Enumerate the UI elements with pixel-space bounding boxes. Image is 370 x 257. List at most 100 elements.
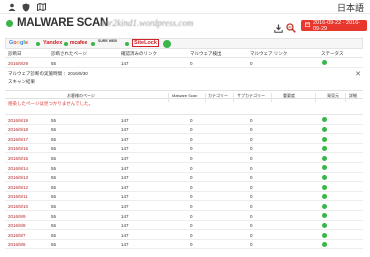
- sitelock-active-dot: [163, 40, 171, 48]
- zoom-icon[interactable]: [286, 20, 296, 33]
- filter-mcafee[interactable]: mcafee: [70, 40, 87, 46]
- scan-date-link[interactable]: 2016/9/8: [8, 223, 26, 228]
- status-ok-icon: [322, 155, 327, 161]
- malware-links-count: 0: [250, 184, 253, 190]
- date-range-button[interactable]: 2016-09-22 - 2016-09-29: [301, 20, 367, 32]
- col-date-header[interactable]: 診断日: [8, 51, 22, 57]
- table-row[interactable]: 2016/9/7 55 147 0 0: [5, 230, 363, 240]
- pages-scanned: 55: [51, 194, 57, 200]
- table-row[interactable]: 2016/9/19 55 147 0 0: [5, 115, 363, 125]
- scan-date-link[interactable]: 2016/9/10: [8, 204, 28, 209]
- scan-history-rows: 2016/9/19 55 147 0 0 2016/9/18 55 147 0 0 2016/9/1…: [5, 115, 363, 250]
- table-row[interactable]: 2016/9/9 55 147 0 0: [5, 211, 363, 221]
- status-ok-icon: [322, 222, 327, 228]
- table-row[interactable]: 2016/9/12 55 147 0 0: [5, 182, 363, 192]
- scan-date-link[interactable]: 2016/9/15: [8, 156, 28, 161]
- pages-scanned: 55: [51, 155, 57, 161]
- malware-count: 0: [190, 223, 193, 229]
- table-row[interactable]: 2016/9/14 55 147 0 0: [5, 163, 363, 173]
- shield-icon[interactable]: [21, 2, 31, 12]
- scan-date-link[interactable]: 2016/9/14: [8, 166, 28, 171]
- table-row[interactable]: 2016/9/29 55 147 0 0: [5, 58, 363, 68]
- malware-count: 0: [190, 165, 193, 171]
- links-checked: 147: [121, 146, 129, 152]
- scan-date-link[interactable]: 2016/9/7: [8, 233, 26, 238]
- malware-count: 0: [190, 232, 193, 238]
- pages-scanned: 55: [51, 213, 57, 219]
- links-checked: 147: [121, 213, 129, 219]
- status-ok-icon: [322, 242, 327, 248]
- scan-date-link[interactable]: 2016/9/19: [8, 118, 28, 123]
- links-checked: 147: [121, 117, 129, 123]
- malware-count: 0: [190, 175, 193, 181]
- download-icon[interactable]: [274, 20, 284, 33]
- malware-links-count: 0: [250, 232, 253, 238]
- filter-yandex[interactable]: Yandex: [43, 40, 62, 46]
- pages-scanned: 55: [51, 146, 57, 152]
- pages-scanned: 55: [51, 242, 57, 248]
- scan-date-link[interactable]: 2016/9/6: [8, 242, 26, 247]
- col-mlinks-header[interactable]: マルウェア リンク: [250, 51, 287, 57]
- google-active-dot: [36, 42, 40, 46]
- col-pages-header[interactable]: 診断されたページ: [51, 51, 87, 57]
- table-row[interactable]: 2016/9/17 55 147 0 0: [5, 134, 363, 144]
- pages-scanned: 55: [51, 232, 57, 238]
- table-header: 診断日 診断されたページ 確認済みのリンク マルウェア検出 マルウェア リンク …: [5, 49, 363, 58]
- links-checked: 147: [121, 175, 129, 181]
- filter-sureweb[interactable]: SURE WEB: [98, 39, 117, 43]
- status-ok-icon: [322, 136, 327, 142]
- col-status-header[interactable]: ステータス: [321, 51, 344, 57]
- links-checked: 147: [121, 136, 129, 142]
- yandex-active-dot: [64, 42, 68, 46]
- scan-date-link[interactable]: 2016/9/12: [8, 185, 28, 190]
- scan-date-link[interactable]: 2016/9/16: [8, 146, 28, 151]
- malware-count: 0: [190, 213, 193, 219]
- scan-result-title: スキャン結果: [8, 79, 35, 84]
- pages-scanned: 55: [51, 175, 57, 181]
- pages-scanned: 55: [51, 223, 57, 229]
- status-ok-icon: [322, 203, 327, 209]
- scan-date-link[interactable]: 2016/9/9: [8, 214, 26, 219]
- table-row[interactable]: 2016/9/11 55 147 0 0: [5, 192, 363, 202]
- site-domain: dar2kind1.wordpress.com: [100, 18, 194, 28]
- links-checked: 147: [121, 184, 129, 190]
- table-row[interactable]: 2016/9/13 55 147 0 0: [5, 173, 363, 183]
- table-row[interactable]: 2016/9/6 55 147 0 0: [5, 240, 363, 250]
- malware-count: 0: [190, 117, 193, 123]
- table-row[interactable]: 2016/9/8 55 147 0 0: [5, 221, 363, 231]
- user-icon[interactable]: [7, 2, 17, 12]
- pages-scanned: 55: [51, 165, 57, 171]
- status-ok-icon: [322, 146, 327, 152]
- filter-sitelock[interactable]: SiteLock: [132, 39, 159, 47]
- filter-google[interactable]: Google: [9, 40, 28, 46]
- col-links-header[interactable]: 確認済みのリンク: [121, 51, 157, 57]
- col-malware-header[interactable]: マルウェア検出: [190, 51, 222, 57]
- malware-count: 0: [190, 184, 193, 190]
- pages-scanned: 55: [51, 127, 57, 133]
- pages-scanned: 55: [51, 184, 57, 190]
- scan-date-link[interactable]: 2016/9/13: [8, 175, 28, 180]
- map-icon[interactable]: [36, 2, 46, 12]
- sureweb-active-dot: [125, 42, 129, 46]
- links-checked: 147: [121, 60, 129, 66]
- page-title: MALWARE SCAN: [17, 17, 108, 29]
- table-row[interactable]: 2016/9/10 55 147 0 0: [5, 201, 363, 211]
- close-icon[interactable]: ✕: [355, 70, 361, 78]
- malware-count: 0: [190, 127, 193, 133]
- status-ok-icon: [322, 117, 327, 123]
- pages-scanned: 55: [51, 60, 57, 66]
- scan-date-link[interactable]: 2016/9/29: [8, 61, 28, 66]
- table-row[interactable]: 2016/9/15 55 147 0 0: [5, 153, 363, 163]
- status-ok-icon: [322, 213, 327, 219]
- scanner-filter-bar: Google Yandex mcafee SURE WEB SiteLock: [5, 38, 363, 49]
- top-nav: 日本語: [0, 0, 370, 14]
- table-row[interactable]: 2016/9/18 55 147 0 0: [5, 125, 363, 135]
- malware-links-count: 0: [250, 194, 253, 200]
- status-ok-icon: [322, 165, 327, 171]
- table-row[interactable]: 2016/9/16 55 147 0 0: [5, 144, 363, 154]
- scan-date-link[interactable]: 2016/9/18: [8, 127, 28, 132]
- scan-date-link[interactable]: 2016/9/11: [8, 194, 28, 199]
- links-checked: 147: [121, 223, 129, 229]
- scan-date-link[interactable]: 2016/9/17: [8, 137, 28, 142]
- language-selector[interactable]: 日本語: [337, 1, 364, 14]
